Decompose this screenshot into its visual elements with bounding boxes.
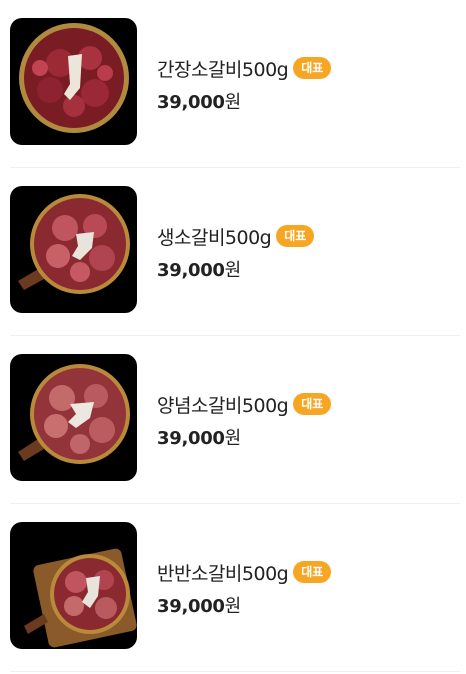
menu-list: 간장소갈비500g 대표 39,000원 생소갈비500g 대표 39,000원… bbox=[0, 0, 466, 672]
menu-price: 39,000원 bbox=[157, 424, 331, 450]
menu-photo[interactable] bbox=[10, 522, 137, 649]
menu-info: 생소갈비500g 대표 39,000원 bbox=[157, 222, 315, 282]
menu-photo[interactable] bbox=[10, 354, 137, 481]
price-currency: 원 bbox=[224, 260, 242, 281]
menu-price: 39,000원 bbox=[157, 88, 331, 114]
signature-badge: 대표 bbox=[293, 393, 332, 415]
price-currency: 원 bbox=[224, 596, 242, 617]
price-value: 39,000 bbox=[157, 260, 225, 281]
menu-price: 39,000원 bbox=[157, 592, 331, 618]
seasoned-short-rib-image bbox=[18, 364, 130, 464]
raw-short-rib-image bbox=[18, 194, 130, 294]
menu-info: 양념소갈비500g 대표 39,000원 bbox=[157, 390, 332, 450]
menu-photo[interactable] bbox=[10, 18, 137, 145]
menu-info: 반반소갈비500g 대표 39,000원 bbox=[157, 558, 332, 618]
menu-item[interactable]: 양념소갈비500g 대표 39,000원 bbox=[0, 336, 466, 504]
price-currency: 원 bbox=[224, 428, 242, 449]
signature-badge: 대표 bbox=[293, 561, 332, 583]
menu-name: 간장소갈비500g bbox=[157, 58, 289, 81]
price-currency: 원 bbox=[224, 92, 242, 113]
menu-info: 간장소갈비500g 대표 39,000원 bbox=[157, 54, 332, 114]
menu-item[interactable]: 간장소갈비500g 대표 39,000원 bbox=[0, 0, 466, 168]
menu-item[interactable]: 반반소갈비500g 대표 39,000원 bbox=[0, 504, 466, 672]
half-half-short-rib-image bbox=[24, 548, 137, 648]
marinated-short-rib-image bbox=[19, 23, 129, 133]
signature-badge: 대표 bbox=[276, 225, 315, 247]
divider bbox=[10, 671, 460, 672]
price-value: 39,000 bbox=[157, 92, 225, 113]
price-value: 39,000 bbox=[157, 596, 225, 617]
menu-item[interactable]: 생소갈비500g 대표 39,000원 bbox=[0, 168, 466, 336]
menu-name: 양념소갈비500g bbox=[157, 394, 289, 417]
signature-badge: 대표 bbox=[293, 57, 332, 79]
menu-photo[interactable] bbox=[10, 186, 137, 313]
menu-name: 생소갈비500g bbox=[157, 226, 272, 249]
menu-price: 39,000원 bbox=[157, 256, 314, 282]
price-value: 39,000 bbox=[157, 428, 225, 449]
menu-name: 반반소갈비500g bbox=[157, 562, 289, 585]
